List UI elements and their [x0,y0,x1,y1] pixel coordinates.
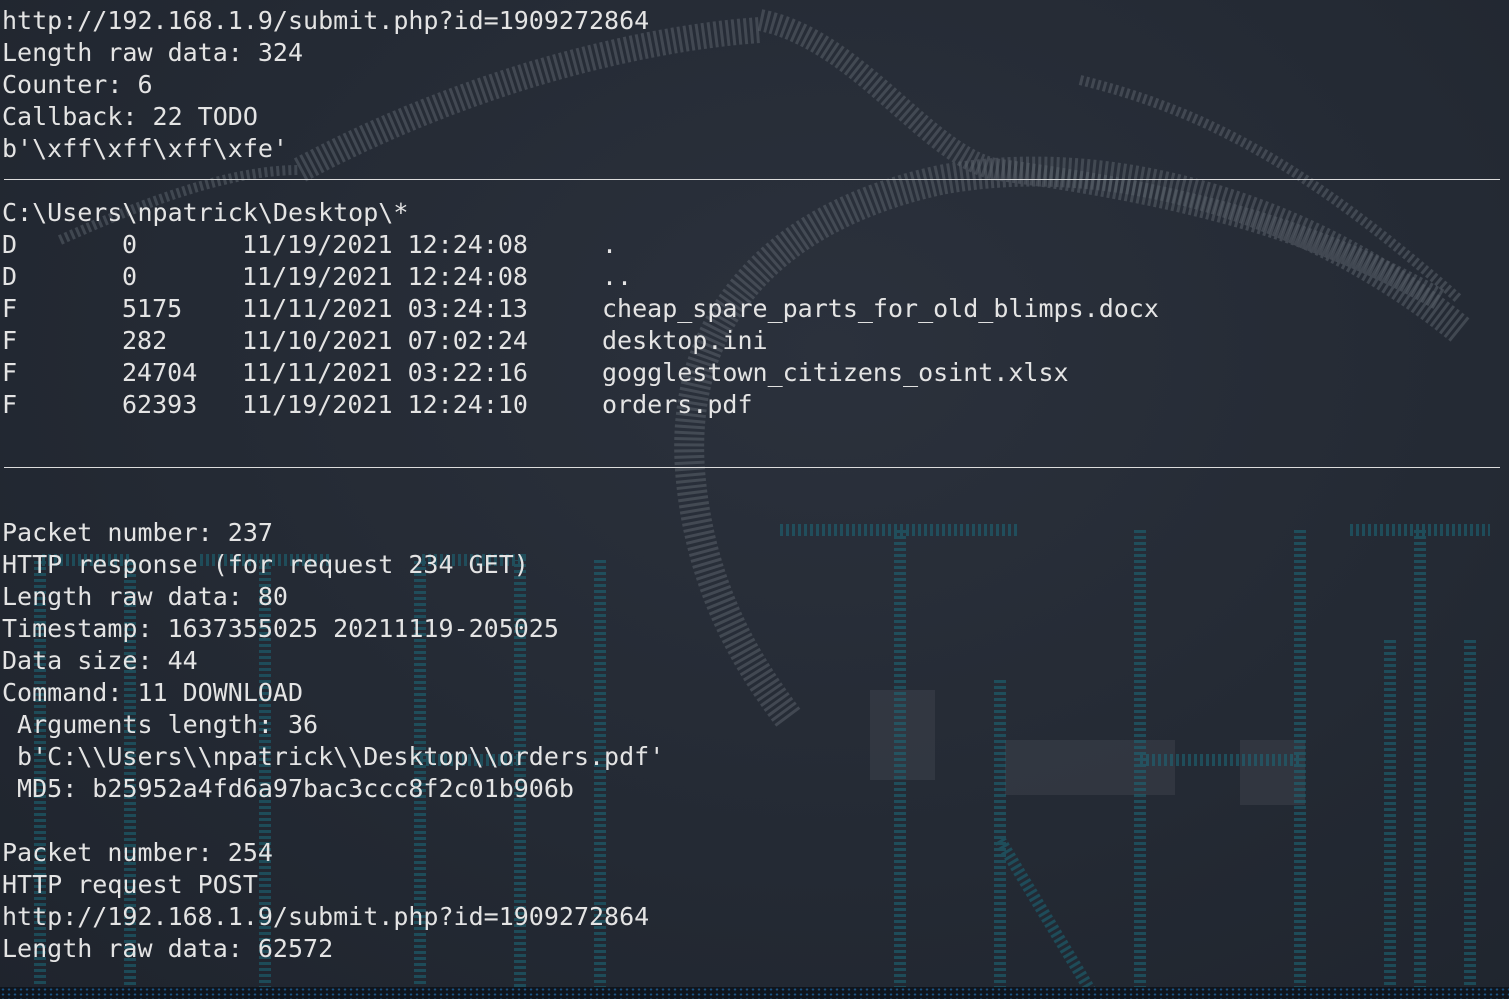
entry-name: . [602,230,618,259]
entry-size: 0 [122,262,138,291]
output-line-callback: Callback: 22 TODO [2,102,258,131]
entry-type: F [2,326,18,355]
directory-row: F 5175 11/11/2021 03:24:13 cheap_spare_p… [2,293,1507,325]
output-line-url: http://192.168.1.9/submit.php?id=1909272… [2,6,650,35]
terminal-output: http://192.168.1.9/submit.php?id=1909272… [2,5,1507,965]
directory-row: D 0 11/19/2021 12:24:08 .. [2,261,1507,293]
output-line-length-raw: Length raw data: 324 [2,38,304,67]
arguments-length: Arguments length: 36 [2,710,319,739]
length-raw-data: Length raw data: 80 [2,582,288,611]
output-line-counter: Counter: 6 [2,70,153,99]
directory-row: F 282 11/10/2021 07:02:24 desktop.ini [2,325,1507,357]
packet-number: Packet number: 237 [2,518,273,547]
entry-datetime: 11/19/2021 12:24:08 [242,262,528,291]
terminal-window[interactable]: http://192.168.1.9/submit.php?id=1909272… [0,0,1509,999]
entry-datetime: 11/11/2021 03:22:16 [242,358,528,387]
directory-row: D 0 11/19/2021 12:24:08 . [2,229,1507,261]
directory-row: F 24704 11/11/2021 03:22:16 gogglestown_… [2,357,1507,389]
entry-name: orders.pdf [602,390,753,419]
request-url: http://192.168.1.9/submit.php?id=1909272… [2,902,650,931]
entry-name: cheap_spare_parts_for_old_blimps.docx [602,294,1159,323]
directory-row: F 62393 11/19/2021 12:24:10 orders.pdf [2,389,1507,421]
entry-type: F [2,294,18,323]
http-info: HTTP response (for request 234 GET) [2,550,529,579]
dot-pattern [0,987,1509,999]
entry-type: D [2,262,18,291]
data-size: Data size: 44 [2,646,198,675]
arguments-value: b'C:\\Users\\npatrick\\Desktop\\orders.p… [2,742,665,771]
directory-path: C:\Users\npatrick\Desktop\* [2,198,409,227]
entry-size: 24704 [122,358,198,387]
entry-size: 62393 [122,390,198,419]
entry-size: 0 [122,230,138,259]
entry-type: F [2,358,18,387]
entry-name: gogglestown_citizens_osint.xlsx [602,358,1069,387]
entry-size: 282 [122,326,168,355]
timestamp: Timestamp: 1637355025 20211119-205025 [2,614,559,643]
output-line-bytes: b'\xff\xff\xff\xfe' [2,134,288,163]
entry-datetime: 11/10/2021 07:02:24 [242,326,528,355]
packet-number: Packet number: 254 [2,838,273,867]
separator-line [2,453,1507,485]
http-info: HTTP request POST [2,870,258,899]
length-raw-data: Length raw data: 62572 [2,934,334,963]
entry-name: desktop.ini [602,326,768,355]
entry-type: D [2,230,18,259]
entry-name: .. [602,262,633,291]
entry-datetime: 11/19/2021 12:24:10 [242,390,528,419]
bottom-decoration-strip [0,987,1509,999]
entry-datetime: 11/11/2021 03:24:13 [242,294,528,323]
entry-type: F [2,390,18,419]
md5-hash: MD5: b25952a4fd6a97bac3ccc8f2c01b906b [2,774,574,803]
entry-size: 5175 [122,294,183,323]
separator-line [2,165,1507,197]
command: Command: 11 DOWNLOAD [2,678,304,707]
entry-datetime: 11/19/2021 12:24:08 [242,230,528,259]
